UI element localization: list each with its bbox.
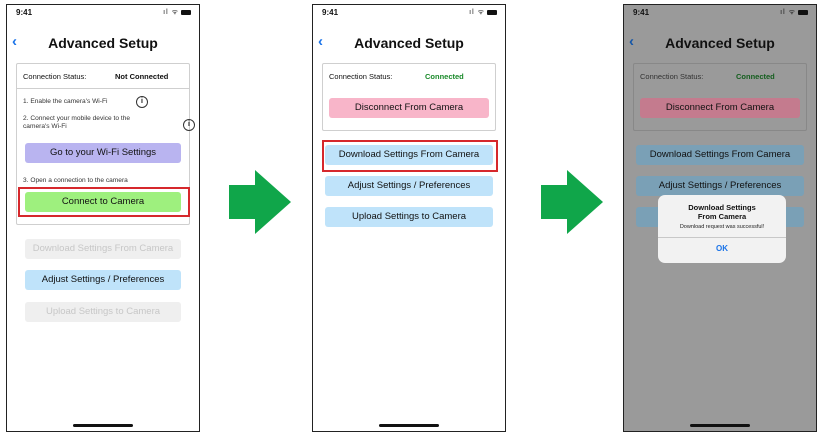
page-title: Advanced Setup <box>48 35 158 51</box>
adjust-settings-button[interactable]: Adjust Settings / Preferences <box>636 176 804 196</box>
alert-title: Download Settings From Camera <box>688 203 756 221</box>
disconnect-from-camera-button[interactable]: Disconnect From Camera <box>329 98 489 118</box>
connection-status-label: Connection Status: <box>640 72 704 81</box>
step-1-text: 1. Enable the camera's Wi-Fi <box>23 98 108 105</box>
highlight-box <box>322 140 498 172</box>
highlight-box <box>18 187 190 217</box>
status-time: 9:41 <box>633 8 650 17</box>
status-time: 9:41 <box>322 8 339 17</box>
adjust-settings-button[interactable]: Adjust Settings / Preferences <box>25 270 181 290</box>
signal-wifi-battery-icon: ıl ᯤ <box>780 8 808 17</box>
info-icon[interactable]: i <box>136 96 148 108</box>
status-bar: 9:41 ıl ᯤ <box>7 5 199 21</box>
phone-screen-1: 9:41 ıl ᯤ ‹ Advanced Setup Connection St… <box>6 4 200 432</box>
divider <box>658 237 786 238</box>
status-time: 9:41 <box>16 8 33 17</box>
home-indicator <box>73 424 133 427</box>
connection-panel: Connection Status: Connected Disconnect … <box>322 63 496 131</box>
connection-status-value: Connected <box>425 72 464 81</box>
step-3-text: 3. Open a connection to the camera <box>23 177 128 184</box>
success-alert-dialog: Download Settings From Camera Download r… <box>658 195 786 263</box>
home-indicator <box>379 424 439 427</box>
download-settings-button[interactable]: Download Settings From Camera <box>636 145 804 165</box>
page-title: Advanced Setup <box>665 35 775 51</box>
battery-icon <box>487 9 497 15</box>
info-icon[interactable]: i <box>183 119 195 131</box>
page-title: Advanced Setup <box>354 35 464 51</box>
navigation-bar: ‹ Advanced Setup <box>313 31 505 55</box>
battery-icon <box>798 9 808 15</box>
home-indicator <box>690 424 750 427</box>
wifi-settings-button[interactable]: Go to your Wi-Fi Settings <box>25 143 181 163</box>
connection-panel: Connection Status: Connected Disconnect … <box>633 63 807 131</box>
status-bar: 9:41 ıl ᯤ <box>313 5 505 21</box>
upload-settings-button[interactable]: Upload Settings to Camera <box>325 207 493 227</box>
status-bar: 9:41 ıl ᯤ <box>624 5 816 21</box>
upload-settings-button[interactable]: Upload Settings to Camera <box>25 302 181 322</box>
alert-message: Download request was successful! <box>679 224 765 230</box>
step-2-text: 2. Connect your mobile device to the cam… <box>23 115 131 130</box>
phone-screen-2: 9:41 ıl ᯤ ‹ Advanced Setup Connection St… <box>312 4 506 432</box>
signal-wifi-battery-icon: ıl ᯤ <box>469 8 497 17</box>
battery-icon <box>181 9 191 15</box>
connection-status-label: Connection Status: <box>23 72 87 81</box>
divider <box>17 88 189 89</box>
signal-wifi-battery-icon: ıl ᯤ <box>163 8 191 17</box>
connection-status-value: Not Connected <box>115 72 169 81</box>
alert-ok-button[interactable]: OK <box>658 244 786 253</box>
adjust-settings-button[interactable]: Adjust Settings / Preferences <box>325 176 493 196</box>
connection-status-value: Connected <box>736 72 775 81</box>
download-settings-button[interactable]: Download Settings From Camera <box>25 239 181 259</box>
navigation-bar: ‹ Advanced Setup <box>7 31 199 55</box>
phone-screen-3: 9:41 ıl ᯤ ‹ Advanced Setup Connection St… <box>623 4 817 432</box>
disconnect-from-camera-button[interactable]: Disconnect From Camera <box>640 98 800 118</box>
connection-status-label: Connection Status: <box>329 72 393 81</box>
navigation-bar: ‹ Advanced Setup <box>624 31 816 55</box>
